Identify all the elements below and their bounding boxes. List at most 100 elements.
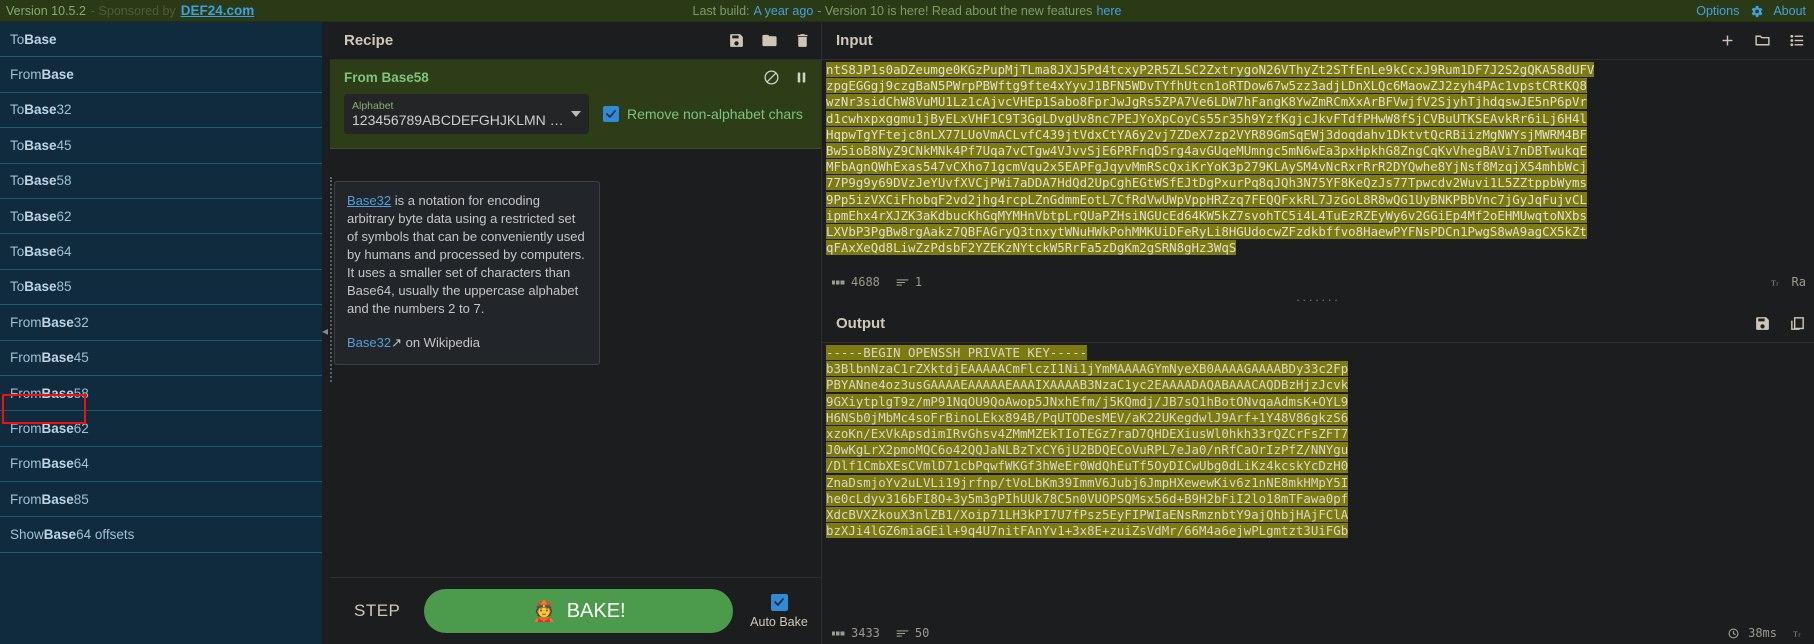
save-icon[interactable] — [728, 32, 745, 49]
operation-list-item[interactable]: From Base — [0, 57, 322, 93]
font-icon[interactable]: Tr — [1793, 628, 1806, 639]
operation-name-match: Base — [41, 314, 74, 330]
operation-list-item[interactable]: Show Base 64 offsets — [0, 517, 322, 553]
operation-name-prefix: From — [10, 385, 42, 401]
remove-non-alphabet-checkbox[interactable] — [603, 106, 619, 122]
operation-name-match: Base — [24, 31, 57, 47]
auto-bake-checkbox[interactable] — [770, 593, 788, 611]
operation-name-prefix: To — [10, 208, 25, 224]
svg-text:r: r — [1776, 281, 1778, 287]
operation-list-item[interactable]: To Base 58 — [0, 164, 322, 199]
operation-name-suffix: 58 — [56, 173, 72, 189]
operation-list-item[interactable]: To Base 64 — [0, 234, 322, 270]
operation-name-suffix: 62 — [56, 208, 72, 224]
operation-list-item[interactable]: From Base 62 — [0, 411, 322, 447]
operation-list-item[interactable]: From Base 58 — [0, 376, 322, 412]
gear-icon[interactable] — [1749, 4, 1763, 18]
auto-bake-control[interactable]: Auto Bake — [747, 593, 811, 629]
recipe-body: Base32 is a notation for encoding arbitr… — [330, 149, 821, 577]
bake-button[interactable]: 👲 BAKE! — [424, 589, 733, 633]
add-tab-icon[interactable] — [1719, 32, 1736, 49]
step-button[interactable]: STEP — [344, 593, 410, 629]
options-button[interactable]: Options — [1696, 4, 1739, 18]
last-build-prefix: Last build: — [692, 3, 750, 18]
operation-list-item[interactable]: To Base 62 — [0, 199, 322, 235]
description-inline-link[interactable]: Base32 — [347, 193, 391, 208]
collapse-arrow-icon[interactable]: ◂ — [322, 324, 328, 338]
operation-name-prefix: From — [10, 420, 42, 436]
output-textarea[interactable]: -----BEGIN OPENSSH PRIVATE KEY----- b3Bl… — [822, 343, 1814, 622]
wikipedia-line: Base32↗ on Wikipedia — [347, 334, 587, 352]
font-icon[interactable]: Tr — [1771, 277, 1784, 288]
operation-name-suffix: 62 — [73, 420, 89, 436]
recipe-header-icons — [728, 32, 811, 49]
io-splitter[interactable]: ······· — [822, 292, 1814, 307]
operation-list-item[interactable]: To Base 45 — [0, 128, 322, 164]
input-text-content: ntS8JP1s0aDZeumge0KGzPupMjTLma8JXJ5Pd4tc… — [826, 62, 1595, 256]
operation-name-match: Base — [41, 456, 74, 472]
output-status-left: 3433 50 — [832, 626, 929, 640]
operation-name-prefix: From — [10, 456, 42, 472]
ops-recipe-splitter[interactable]: ◂ — [322, 22, 330, 644]
list-icon[interactable] — [1789, 32, 1806, 49]
alphabet-value: 123456789ABCDEFGHJKLMN … — [352, 111, 564, 128]
external-link-icon: ↗ — [391, 335, 402, 350]
operation-list-item[interactable]: From Base 85 — [0, 482, 322, 518]
folder-icon[interactable] — [761, 32, 778, 49]
svg-text:r: r — [1798, 632, 1800, 638]
line-count-icon — [896, 277, 909, 288]
operation-list-item[interactable]: From Base 64 — [0, 447, 322, 483]
save-icon[interactable] — [1754, 315, 1771, 332]
operation-name-suffix: 64 — [56, 244, 72, 260]
output-header-icons — [1754, 315, 1806, 332]
operation-name-match: Base — [24, 173, 57, 189]
operation-name-prefix: From — [10, 67, 42, 83]
operation-list-item[interactable]: To Base 85 — [0, 270, 322, 306]
wikipedia-suffix: on Wikipedia — [402, 335, 481, 350]
operation-list-item[interactable]: From Base 45 — [0, 341, 322, 376]
output-status-bar: 3433 50 38ms Tr — [822, 622, 1814, 644]
alphabet-select[interactable]: Alphabet 123456789ABCDEFGHJKLMN … — [344, 94, 589, 134]
remove-non-alphabet-label: Remove non-alphabet chars — [627, 106, 803, 122]
input-pane: Input ntS8JP1s0aDZeumge0KGzPupMjTLma8JXJ… — [822, 22, 1814, 293]
recipe-pane: Recipe From Base58 Alphabet 123456789ABC… — [330, 22, 821, 644]
operation-name-match: Base — [24, 137, 57, 153]
input-raw-label[interactable]: Ra — [1792, 275, 1806, 289]
recipe-header: Recipe — [330, 22, 821, 60]
input-status-bar: 4688 1 Tr Ra — [822, 271, 1814, 293]
last-build-link[interactable]: A year ago — [754, 4, 814, 18]
input-textarea[interactable]: ntS8JP1s0aDZeumge0KGzPupMjTLma8JXJ5Pd4tc… — [822, 60, 1814, 271]
operation-list-item[interactable]: To Base 32 — [0, 93, 322, 129]
char-count-icon — [832, 628, 845, 639]
recipe-operation-from-base58[interactable]: From Base58 Alphabet 123456789ABCDEFGHJK… — [330, 60, 821, 149]
output-text-content: -----BEGIN OPENSSH PRIVATE KEY----- b3Bl… — [826, 345, 1349, 539]
operation-name-suffix: 32 — [56, 102, 72, 118]
operation-list-item[interactable]: From Base 32 — [0, 305, 322, 341]
output-length: 3433 — [851, 626, 880, 640]
chevron-down-icon[interactable] — [571, 111, 581, 117]
about-button[interactable]: About — [1773, 4, 1806, 18]
trash-icon[interactable] — [794, 32, 811, 49]
operation-controls — [763, 69, 809, 86]
disable-icon[interactable] — [763, 69, 780, 86]
operation-name-suffix: 64 offsets — [76, 527, 135, 543]
copy-icon[interactable] — [1789, 315, 1806, 332]
operation-name-match: Base — [24, 244, 57, 260]
io-pane: Input ntS8JP1s0aDZeumge0KGzPupMjTLma8JXJ… — [821, 22, 1814, 644]
operation-name-match: Base — [24, 208, 57, 224]
recipe-footer: STEP 👲 BAKE! Auto Bake — [330, 577, 821, 644]
operation-name-prefix: From — [10, 491, 42, 507]
operation-name-prefix: From — [10, 350, 42, 366]
wikipedia-link[interactable]: Base32 — [347, 335, 391, 350]
input-header-icons — [1719, 32, 1806, 49]
operation-list-item[interactable]: To Base — [0, 22, 322, 58]
remove-non-alphabet-row[interactable]: Remove non-alphabet chars — [603, 106, 803, 122]
operation-name-match: Base — [24, 279, 57, 295]
new-features-link[interactable]: here — [1096, 4, 1121, 18]
operation-description: Base32 is a notation for encoding arbitr… — [334, 181, 600, 365]
pause-icon[interactable] — [794, 70, 809, 85]
open-folder-icon[interactable] — [1754, 32, 1771, 49]
operations-list[interactable]: To Base From Base To Base 32 To Base 45 To Bas… — [0, 22, 322, 644]
banner-center: Last build: A year ago - Version 10 is h… — [0, 0, 1814, 21]
bake-label: BAKE! — [566, 599, 626, 622]
